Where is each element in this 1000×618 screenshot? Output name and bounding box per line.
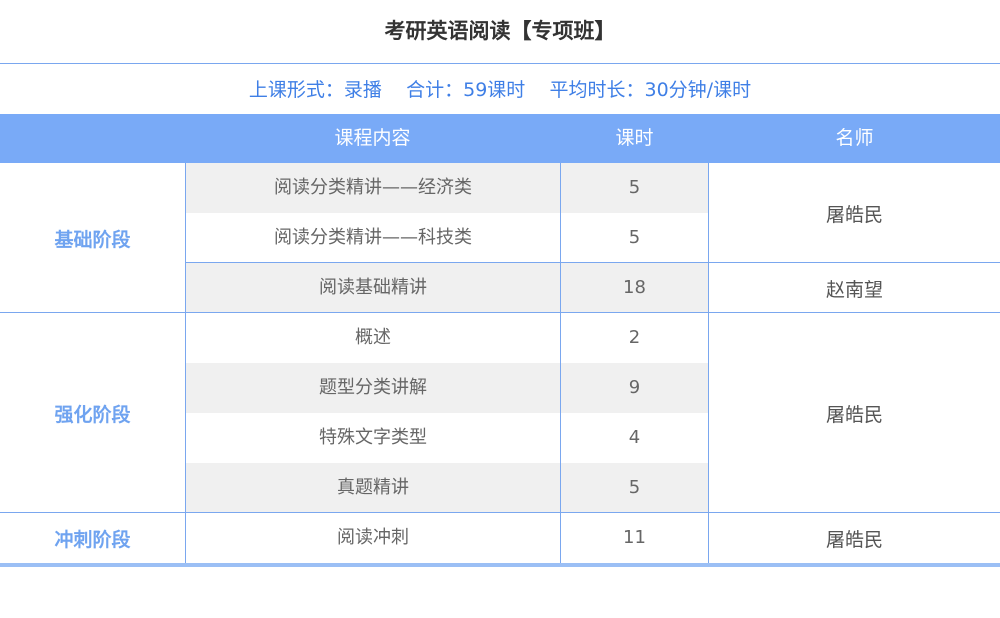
grid-line: [0, 312, 1000, 313]
grid-line: [560, 163, 561, 563]
avg-value: 30分钟/课时: [644, 79, 752, 101]
teacher-name: 赵南望: [825, 278, 883, 301]
grid-line: [0, 512, 1000, 513]
table-header: 课程内容 课时 名师: [0, 114, 1000, 163]
format-label: 上课形式：: [248, 79, 344, 101]
header-hours: 课时: [615, 127, 654, 149]
table-row-hours: 4: [628, 427, 641, 448]
table-row-content: 阅读冲刺: [337, 527, 409, 548]
teacher-name: 屠皓民: [825, 528, 883, 551]
table-row-hours: 18: [561, 263, 708, 313]
format-value: 录播: [343, 79, 382, 101]
total-label: 合计：: [406, 79, 464, 101]
table-bottom-border: [0, 563, 1000, 567]
table-row-hours: 9: [561, 363, 708, 413]
stage-intensive: 强化阶段: [54, 403, 131, 426]
table-row-content: 特殊文字类型: [319, 427, 427, 448]
table-row-hours: 2: [628, 327, 641, 348]
table-row-content: 真题精讲: [186, 463, 560, 513]
course-info-bar: 上课形式：录播 合计：59课时 平均时长：30分钟/课时: [0, 64, 1000, 114]
avg-label: 平均时长：: [549, 79, 645, 101]
page-title: 考研英语阅读【专项班】: [384, 19, 616, 43]
table-row-hours: 11: [623, 527, 646, 548]
table-row-content: 阅读基础精讲: [186, 263, 560, 313]
grid-line: [186, 262, 708, 263]
table-row-content: 概述: [355, 327, 391, 348]
table-row-hours: 5: [561, 163, 708, 213]
grid-line: [185, 163, 186, 563]
grid-line: [709, 262, 1000, 263]
table-row-hours: 5: [561, 463, 708, 513]
stage-basic: 基础阶段: [54, 228, 131, 251]
header-content: 课程内容: [334, 127, 411, 149]
teacher-name: 屠皓民: [825, 203, 883, 226]
table-row-content: 阅读分类精讲——科技类: [274, 227, 472, 248]
teacher-name: 屠皓民: [825, 403, 883, 426]
table-row-content: 阅读分类精讲——经济类: [186, 163, 560, 213]
grid-line: [708, 163, 709, 563]
table-row-hours: 5: [628, 227, 641, 248]
table-row-content: 题型分类讲解: [186, 363, 560, 413]
stage-sprint: 冲刺阶段: [54, 528, 131, 551]
total-value: 59课时: [463, 79, 526, 101]
header-teacher: 名师: [835, 127, 874, 149]
